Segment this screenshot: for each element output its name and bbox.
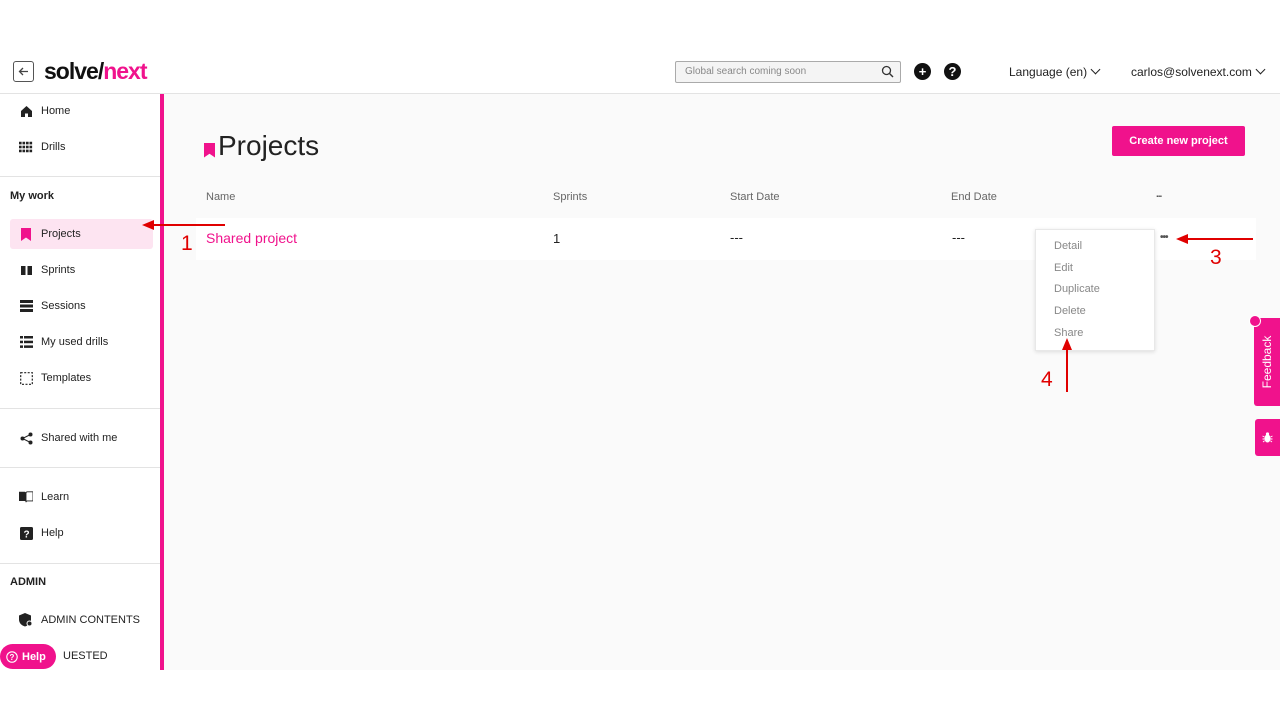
sessions-icon [19, 299, 33, 313]
sidebar-item-shared-with-me[interactable]: Shared with me [10, 423, 153, 453]
sidebar-item-projects[interactable]: Projects [10, 219, 153, 249]
sidebar-item-label: Drills [41, 141, 66, 153]
feedback-label: Feedback [1260, 335, 1274, 389]
page-title: Projects [204, 130, 319, 162]
sidebar-item-label: Help [41, 527, 64, 539]
sidebar-border [160, 94, 164, 670]
app-window: solve/next Global search coming soon + ?… [0, 50, 1280, 670]
column-header-end-date[interactable]: End Date [951, 191, 997, 203]
section-title-my-work: My work [10, 190, 55, 202]
help-circle-icon: ? [6, 650, 18, 663]
annotation-number-1: 1 [181, 232, 193, 255]
sidebar-item-home[interactable]: Home [10, 96, 153, 126]
search-icon[interactable] [881, 65, 894, 81]
sidebar-item-label: Templates [41, 372, 92, 384]
sidebar-item-label: ADMIN CONTENTS [41, 614, 140, 626]
sidebar-item-my-used-drills[interactable]: My used drills [10, 327, 153, 357]
chevron-down-icon [1090, 64, 1101, 75]
cell-end-date: --- [952, 230, 965, 245]
sidebar-item-label: Shared with me [41, 432, 118, 444]
top-header: solve/next Global search coming soon + ?… [0, 50, 1280, 94]
book-icon [19, 490, 33, 504]
annotation-arrow-4 [1066, 346, 1068, 392]
sidebar-item-label: Sessions [41, 300, 86, 312]
menu-item-delete[interactable]: Delete [1054, 305, 1086, 317]
divider [0, 467, 160, 468]
grid-icon [19, 140, 33, 154]
search-placeholder: Global search coming soon [685, 66, 807, 77]
sidebar-item-label: Home [41, 105, 71, 117]
annotation-arrowhead-1 [142, 220, 154, 230]
share-icon [19, 431, 33, 445]
column-header-sprints[interactable]: Sprints [553, 191, 587, 203]
row-actions-menu: Detail Edit Duplicate Delete Share [1035, 229, 1155, 351]
sidebar-item-sprints[interactable]: Sprints [10, 255, 153, 285]
shield-gear-icon [19, 613, 33, 627]
sprints-icon [19, 263, 33, 277]
sidebar-item-learn[interactable]: Learn [10, 482, 153, 512]
sidebar-item-label: Learn [41, 491, 70, 503]
svg-text:?: ? [10, 653, 15, 662]
sidebar-item-label: My used drills [41, 336, 109, 348]
bug-report-icon[interactable] [1255, 419, 1280, 456]
divider [0, 408, 160, 409]
sidebar-item-sessions[interactable]: Sessions [10, 291, 153, 321]
sidebar-item-admin-contents[interactable]: ADMIN CONTENTS [10, 605, 153, 635]
bookmark-icon [19, 227, 33, 241]
logo-accent-text: next [103, 58, 147, 84]
bookmark-icon [204, 142, 215, 158]
annotation-number-4: 4 [1041, 368, 1053, 391]
annotation-arrow-3 [1184, 238, 1253, 240]
page-title-text: Projects [218, 130, 320, 161]
cell-start-date: --- [730, 230, 743, 245]
menu-item-detail[interactable]: Detail [1054, 240, 1082, 252]
feedback-tab[interactable]: Feedback [1254, 318, 1280, 406]
back-arrow-icon[interactable] [13, 61, 34, 82]
user-menu[interactable]: carlos@solvenext.com [1131, 64, 1266, 79]
create-new-project-button[interactable]: Create new project [1112, 126, 1245, 156]
annotation-arrowhead-3 [1176, 234, 1188, 244]
user-email: carlos@solvenext.com [1131, 65, 1252, 79]
logo-text: solve/ [44, 58, 104, 84]
sidebar-item-templates[interactable]: Templates [10, 363, 153, 393]
divider [0, 176, 160, 177]
annotation-arrowhead-4 [1062, 338, 1072, 350]
sidebar-item-label: Projects [41, 228, 81, 240]
list-icon [19, 335, 33, 349]
annotation-arrow-1 [150, 224, 225, 226]
column-header-actions: ... [1156, 189, 1162, 200]
sidebar-item-label: Sprints [41, 264, 76, 276]
help-chat-button[interactable]: ? Help [0, 644, 56, 669]
help-box-icon: ? [19, 526, 33, 540]
chevron-down-icon [1255, 64, 1266, 75]
logo[interactable]: solve/next [44, 58, 148, 85]
row-actions-more-icon[interactable]: ••• [1160, 232, 1168, 243]
sidebar-item-help[interactable]: ? Help [10, 518, 153, 548]
language-label: Language (en) [1009, 65, 1088, 79]
home-icon [19, 104, 33, 118]
annotation-number-3: 3 [1210, 246, 1222, 269]
column-header-start-date[interactable]: Start Date [730, 191, 780, 203]
column-header-name[interactable]: Name [206, 191, 235, 203]
search-input[interactable]: Global search coming soon [675, 61, 901, 83]
sidebar-item-drills[interactable]: Drills [10, 132, 153, 162]
language-selector[interactable]: Language (en) [1009, 64, 1101, 79]
svg-text:?: ? [23, 529, 29, 540]
menu-item-duplicate[interactable]: Duplicate [1054, 283, 1100, 295]
template-icon [19, 371, 33, 385]
sidebar-item-label: UESTED [63, 650, 108, 662]
notification-dot [1249, 315, 1261, 327]
project-name-link[interactable]: Shared project [206, 230, 297, 246]
add-icon[interactable]: + [914, 63, 931, 80]
help-question-icon[interactable]: ? [944, 63, 961, 80]
divider [0, 563, 160, 564]
menu-item-edit[interactable]: Edit [1054, 262, 1073, 274]
cell-sprints: 1 [553, 231, 561, 246]
help-pill-label: Help [22, 650, 46, 663]
section-title-admin: ADMIN [10, 576, 47, 588]
sidebar: Home Drills My work Projects Sprints Ses… [0, 94, 160, 670]
